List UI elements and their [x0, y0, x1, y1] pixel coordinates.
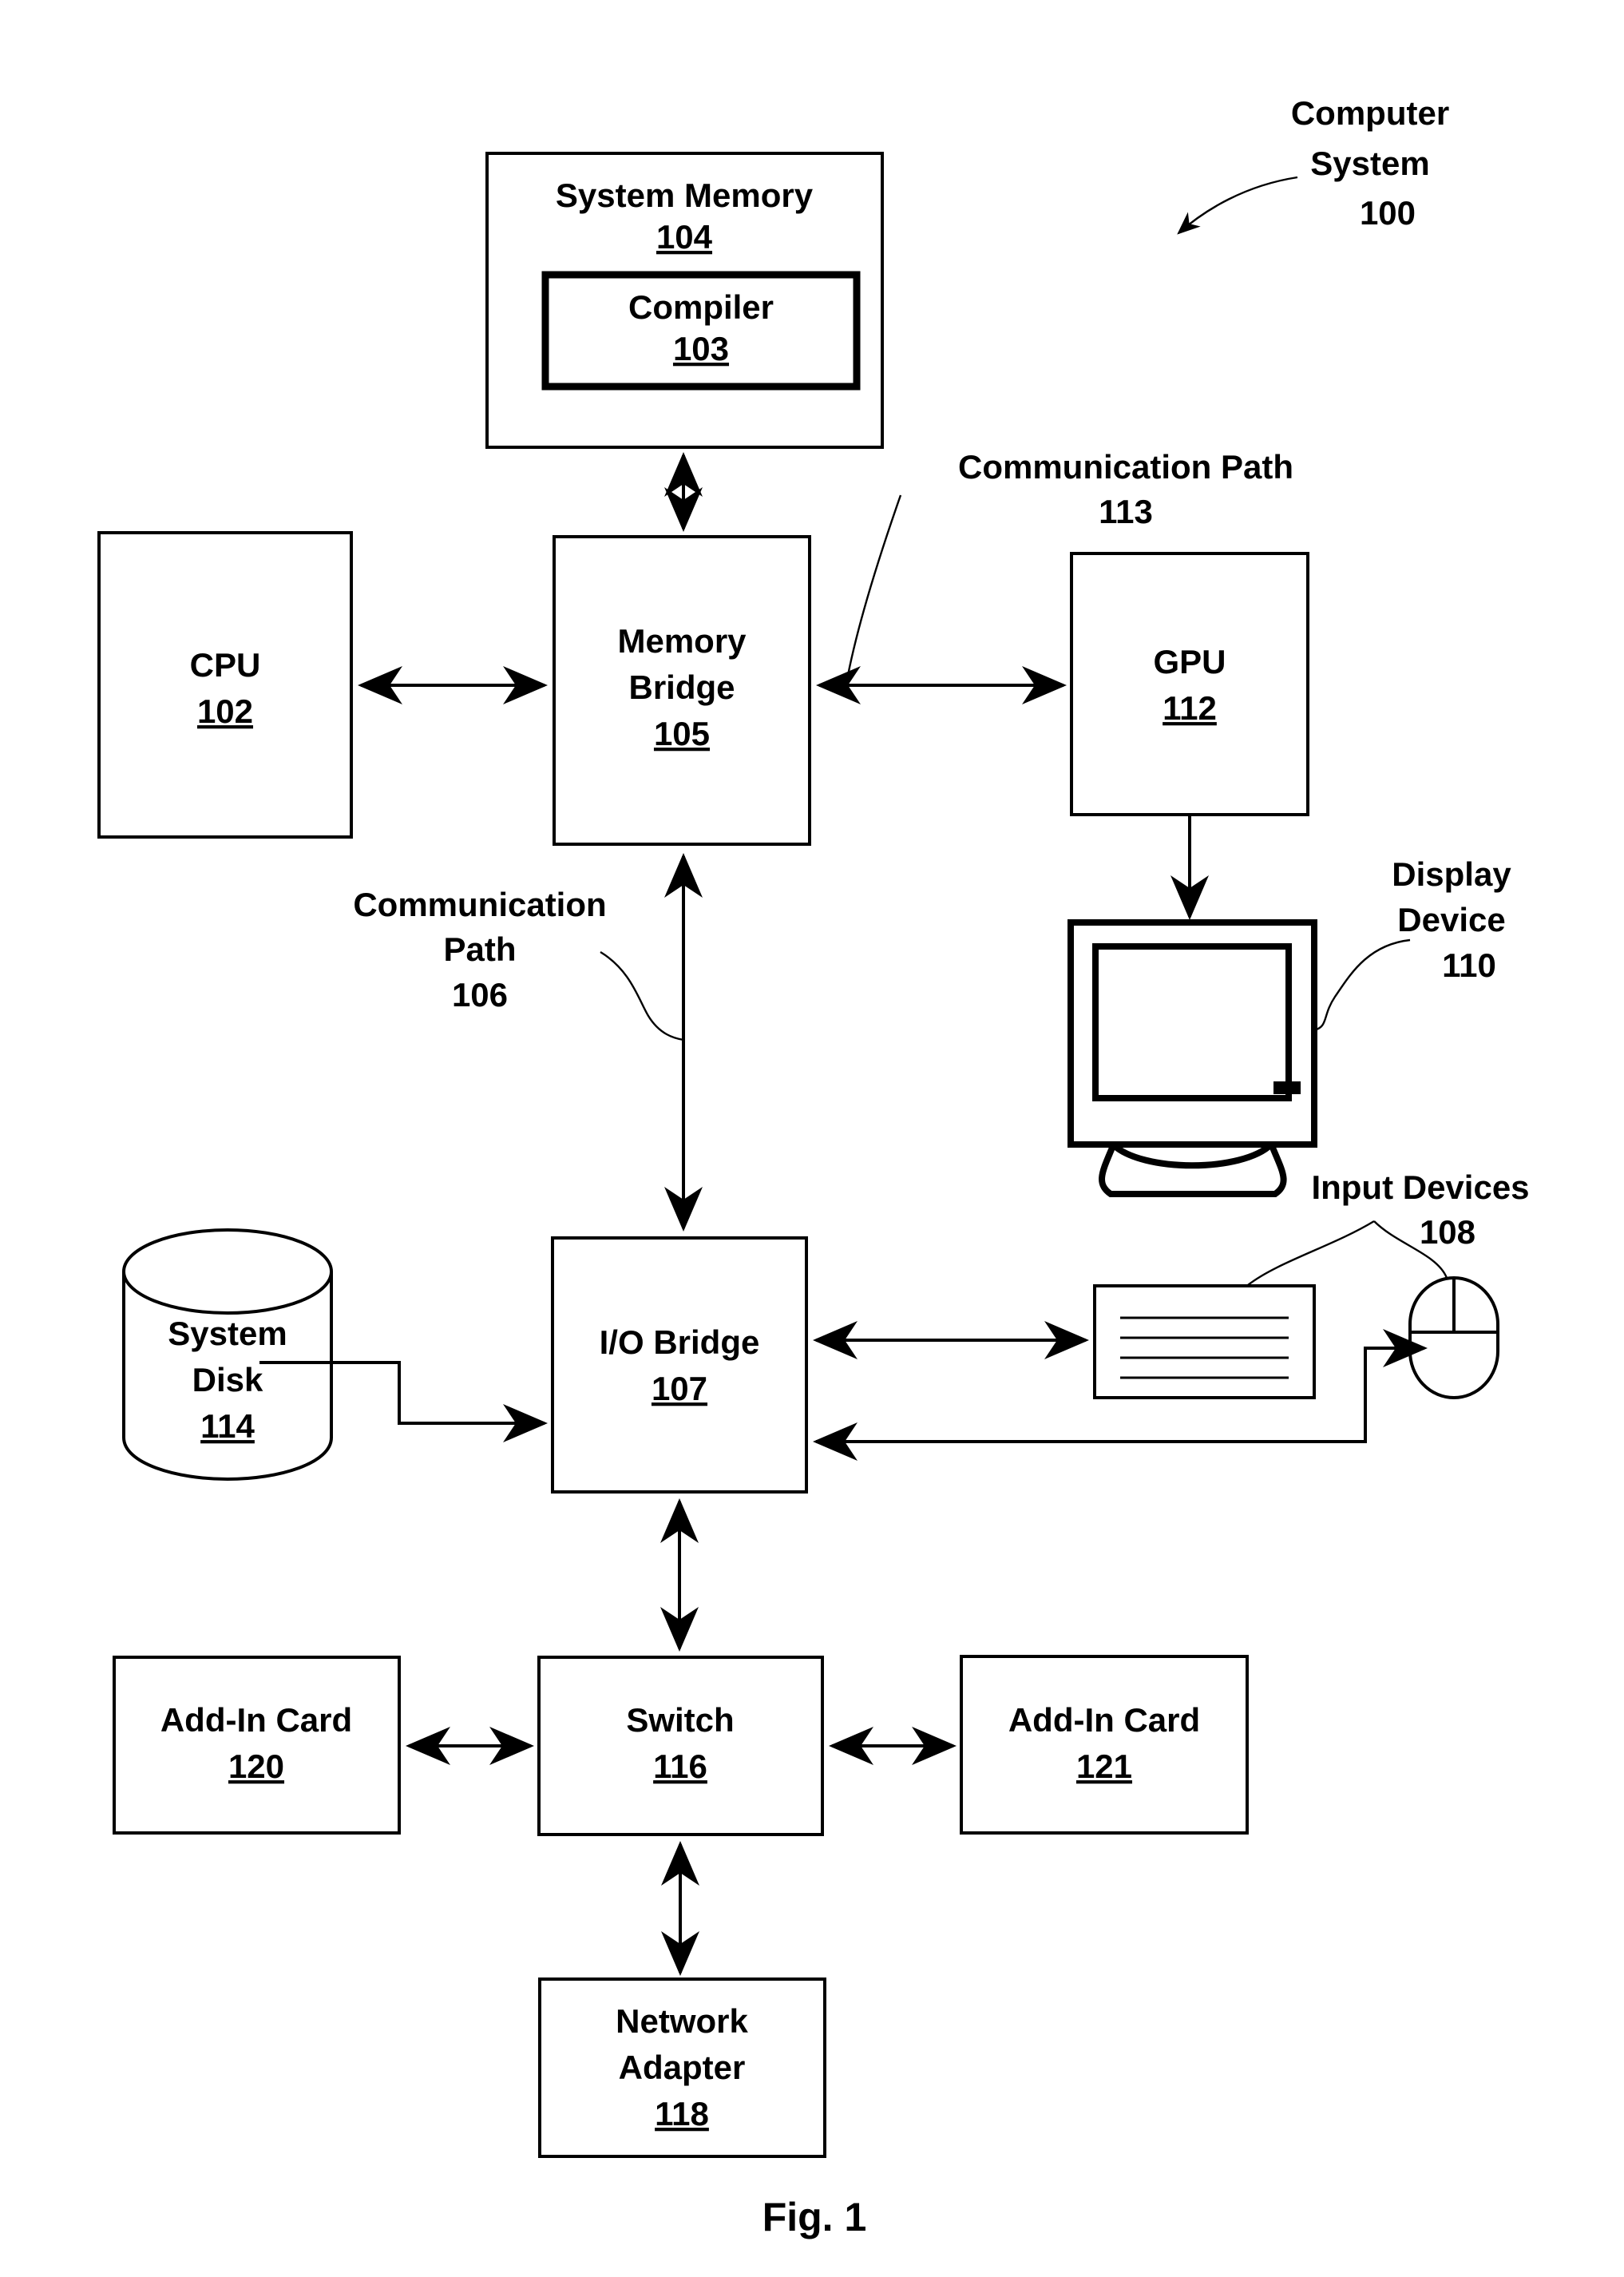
display-device-leader-line [1313, 938, 1411, 1032]
gpu-box [1070, 552, 1309, 816]
system-memory-title: System Memory [556, 177, 814, 214]
comm-path-113-leader-line [845, 494, 902, 684]
input-devices-annotation-line1: Input Devices [1311, 1168, 1529, 1206]
cpu-title: CPU [190, 646, 261, 684]
network-adapter-line1: Network [616, 2002, 748, 2040]
switch-number: 116 [653, 1747, 707, 1785]
display-device-annotation-line2: Device [1397, 901, 1505, 938]
cpu-box [97, 531, 353, 839]
gpu-title: GPU [1153, 643, 1226, 680]
connector-disk-to-io-bridge [259, 1361, 548, 1442]
network-adapter-number: 118 [655, 2095, 709, 2132]
add-in-card-120-number: 120 [228, 1747, 284, 1785]
input-devices-leader-keyboard [1247, 1220, 1375, 1286]
input-devices-annotation-number: 108 [1420, 1213, 1475, 1251]
compiler-title: Compiler [628, 288, 774, 326]
patent-figure-root: System Memory 104 Compiler 103 Computer … [0, 0, 1624, 2277]
system-memory-number: 104 [656, 218, 713, 256]
keyboard-icon [1093, 1284, 1316, 1399]
add-in-card-121-title: Add-In Card [1008, 1701, 1200, 1739]
system-disk-line2: Disk [192, 1361, 263, 1398]
mouse-icon [1408, 1276, 1499, 1399]
io-bridge-number: 107 [652, 1370, 707, 1407]
switch-box [537, 1656, 824, 1836]
cpu-number: 102 [197, 692, 253, 730]
gpu-number: 112 [1163, 689, 1217, 727]
computer-system-annotation-line1: Computer [1291, 94, 1449, 132]
computer-system-annotation-line2: System [1310, 145, 1429, 182]
add-in-card-121-number: 121 [1076, 1747, 1132, 1785]
switch-title: Switch [626, 1701, 734, 1739]
comm-path-106-leader-line [600, 950, 684, 1041]
comm-path-106-number: 106 [452, 976, 508, 1014]
io-bridge-title: I/O Bridge [600, 1323, 760, 1361]
memory-bridge-number: 105 [654, 715, 710, 752]
add-in-card-120-title: Add-In Card [160, 1701, 352, 1739]
monitor-icon [1067, 919, 1317, 1197]
comm-path-106-line2: Path [443, 930, 516, 968]
monitor-power-indicator-icon [1273, 1081, 1301, 1094]
system-disk-line1: System [168, 1315, 287, 1352]
display-device-annotation-line1: Display [1392, 855, 1511, 893]
compiler-number: 103 [673, 330, 729, 367]
display-device-annotation-number: 110 [1442, 946, 1496, 984]
system-disk-number: 114 [200, 1407, 255, 1445]
add-in-card-121-box [960, 1655, 1249, 1835]
computer-system-leader-line [1177, 176, 1298, 235]
memory-bridge-line2: Bridge [628, 668, 735, 706]
connector-mouse-to-io-bridge [813, 1329, 1428, 1461]
io-bridge-box [551, 1236, 808, 1494]
comm-path-113-line1: Communication Path [958, 448, 1293, 486]
memory-bridge-line1: Memory [617, 622, 747, 660]
computer-system-block-diagram: System Memory 104 Compiler 103 Computer … [97, 94, 1530, 2239]
comm-path-113-number: 113 [1099, 493, 1153, 530]
comm-path-106-line1: Communication [353, 886, 606, 923]
add-in-card-120-box [113, 1656, 401, 1835]
network-adapter-line2: Adapter [619, 2049, 746, 2086]
figure-caption: Fig. 1 [762, 2195, 867, 2239]
computer-system-annotation-number: 100 [1360, 194, 1416, 232]
